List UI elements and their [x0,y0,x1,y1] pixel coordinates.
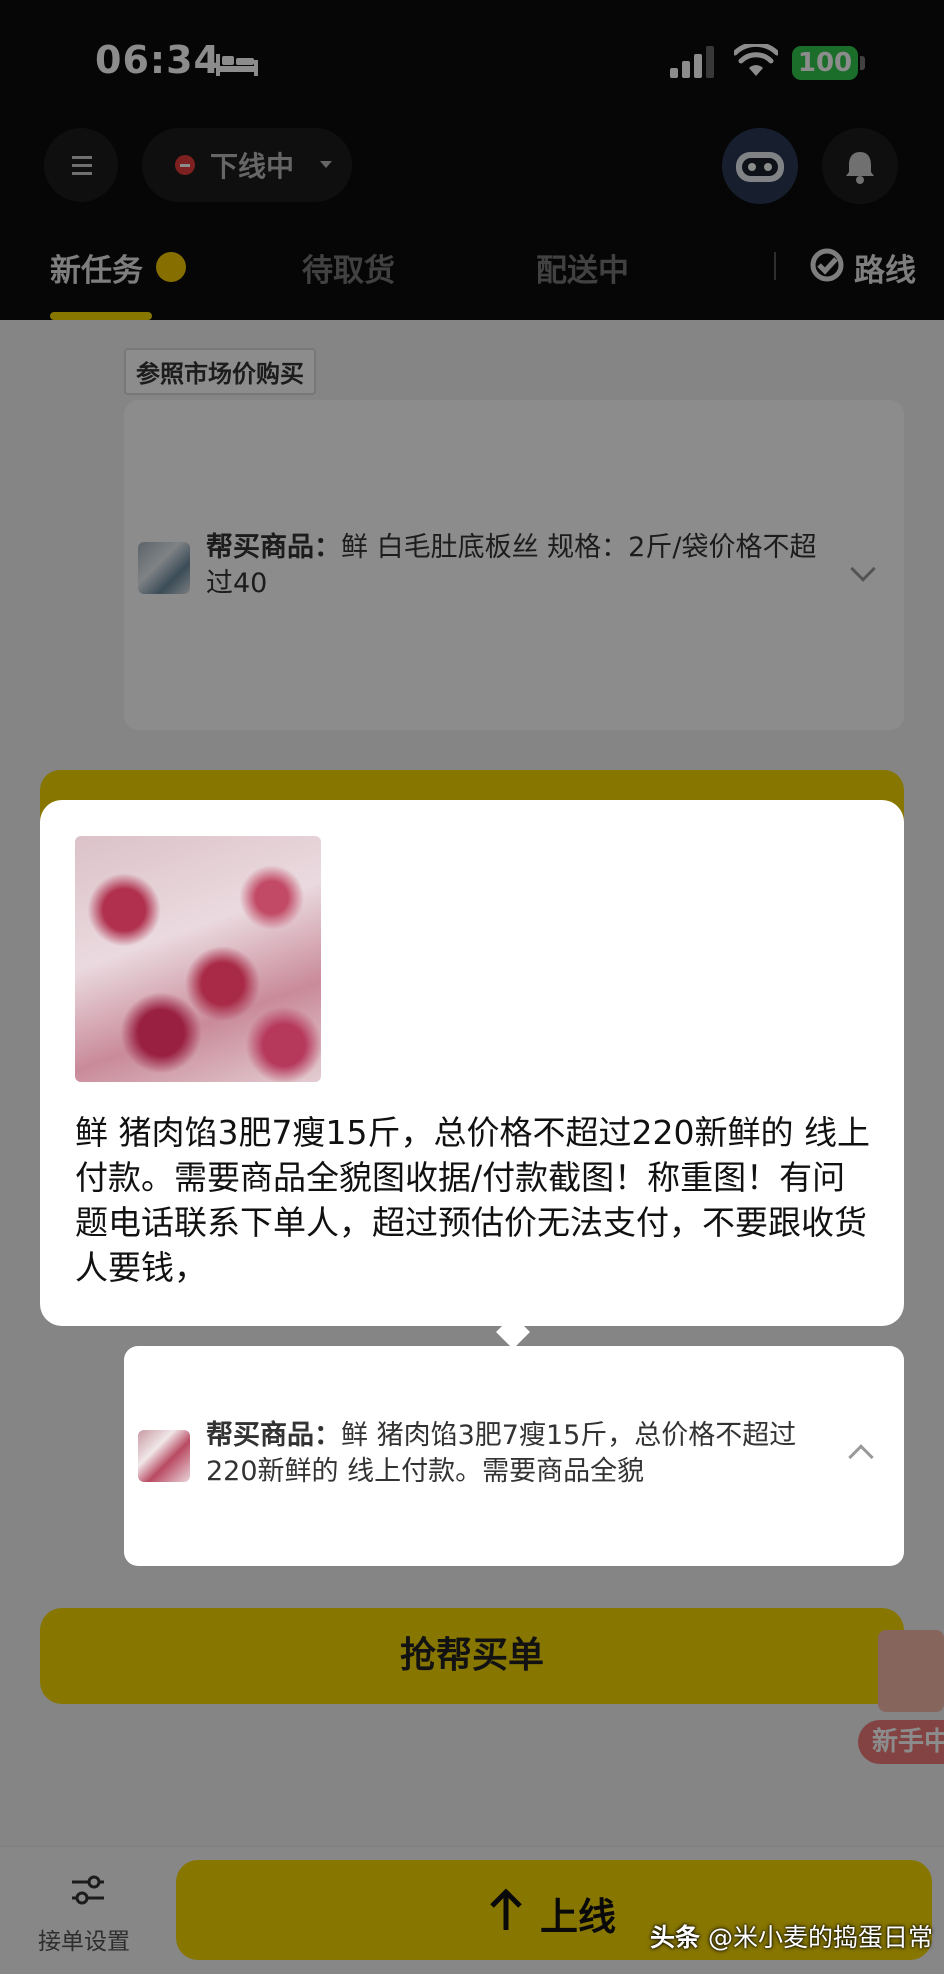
order-description: 帮买商品：鲜 猪肉馅3肥7瘦15斤，总价格不超过220新鲜的 线上付款。需要商品… [206,1418,816,1490]
watermark-handle: @米小麦的捣蛋日常 [707,1923,933,1952]
product-detail-popup: 鲜 猪肉馅3肥7瘦15斤，总价格不超过220新鲜的 线上付款。需要商品全貌图收据… [40,800,904,1326]
watermark: 头条 @米小麦的捣蛋日常 [650,1918,933,1954]
order-card-expanded[interactable]: 帮买商品：鲜 猪肉馅3肥7瘦15斤，总价格不超过220新鲜的 线上付款。需要商品… [124,1346,904,1566]
popup-description: 鲜 猪肉馅3肥7瘦15斤，总价格不超过220新鲜的 线上付款。需要商品全貌图收据… [75,1113,870,1287]
product-photo [75,836,321,1082]
watermark-brand: 头条 [650,1923,701,1952]
product-thumbnail [138,1430,190,1482]
order-title-prefix: 帮买商品： [206,1420,341,1451]
